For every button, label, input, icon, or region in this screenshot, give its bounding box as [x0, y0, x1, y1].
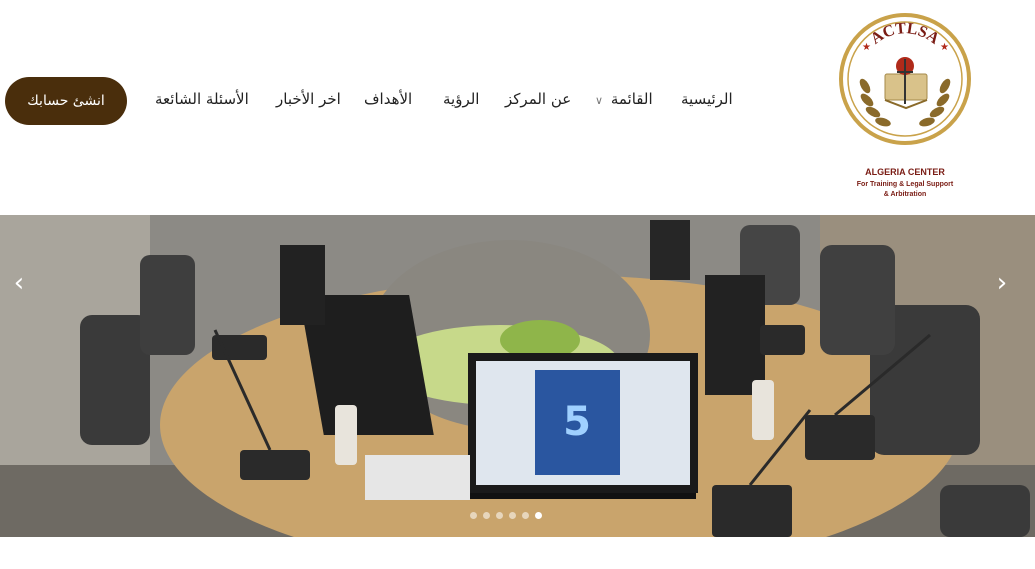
- page-below-hero: [0, 537, 1035, 569]
- carousel-dot[interactable]: [470, 512, 477, 519]
- nav-menu[interactable]: القائمة ∨: [595, 90, 653, 108]
- nav-goals[interactable]: الأهداف: [364, 90, 412, 108]
- carousel-indicators: [470, 512, 542, 522]
- nav-about[interactable]: عن المركز: [505, 90, 571, 108]
- logo-name-line1: ALGERIA CENTER: [865, 167, 945, 177]
- svg-text:★: ★: [862, 42, 871, 53]
- carousel-dot[interactable]: [509, 512, 516, 519]
- nav-faq[interactable]: الأسئلة الشائعة: [155, 90, 249, 108]
- site-logo[interactable]: ACTLSA ★ ★ ALGERIA CENTER For Training &…: [835, 4, 975, 204]
- carousel-next-button[interactable]: ›: [987, 258, 1017, 308]
- carousel-dot[interactable]: [522, 512, 529, 519]
- carousel-prev-button[interactable]: ‹: [4, 258, 34, 308]
- chevron-right-icon: ›: [996, 268, 1008, 298]
- nav-vision[interactable]: الرؤية: [443, 90, 479, 108]
- chevron-down-icon: ∨: [595, 94, 604, 107]
- logo-name-lines: For Training & Legal Support & Arbitrati…: [835, 180, 975, 200]
- carousel-dot[interactable]: [496, 512, 503, 519]
- logo-emblem: ACTLSA ★ ★: [839, 13, 971, 145]
- logo-name-line3: & Arbitration: [883, 191, 927, 198]
- conference-room-photo: 5: [0, 215, 1035, 537]
- svg-text:★: ★: [940, 42, 949, 53]
- chevron-left-icon: ‹: [13, 268, 25, 298]
- carousel-dot[interactable]: [483, 512, 490, 519]
- nav-latest-news[interactable]: اخر الأخبار: [276, 90, 341, 108]
- screen-number: 5: [563, 399, 591, 445]
- carousel-dot-active[interactable]: [535, 512, 542, 519]
- nav-home[interactable]: الرئيسية: [681, 90, 733, 108]
- hero-carousel: 5: [0, 215, 1035, 537]
- site-header: انشئ حسابك الأسئلة الشائعة اخر الأخبار ا…: [0, 0, 1035, 215]
- logo-name-line2: For Training & Legal Support: [856, 181, 954, 188]
- nav-menu-label: القائمة: [610, 90, 653, 108]
